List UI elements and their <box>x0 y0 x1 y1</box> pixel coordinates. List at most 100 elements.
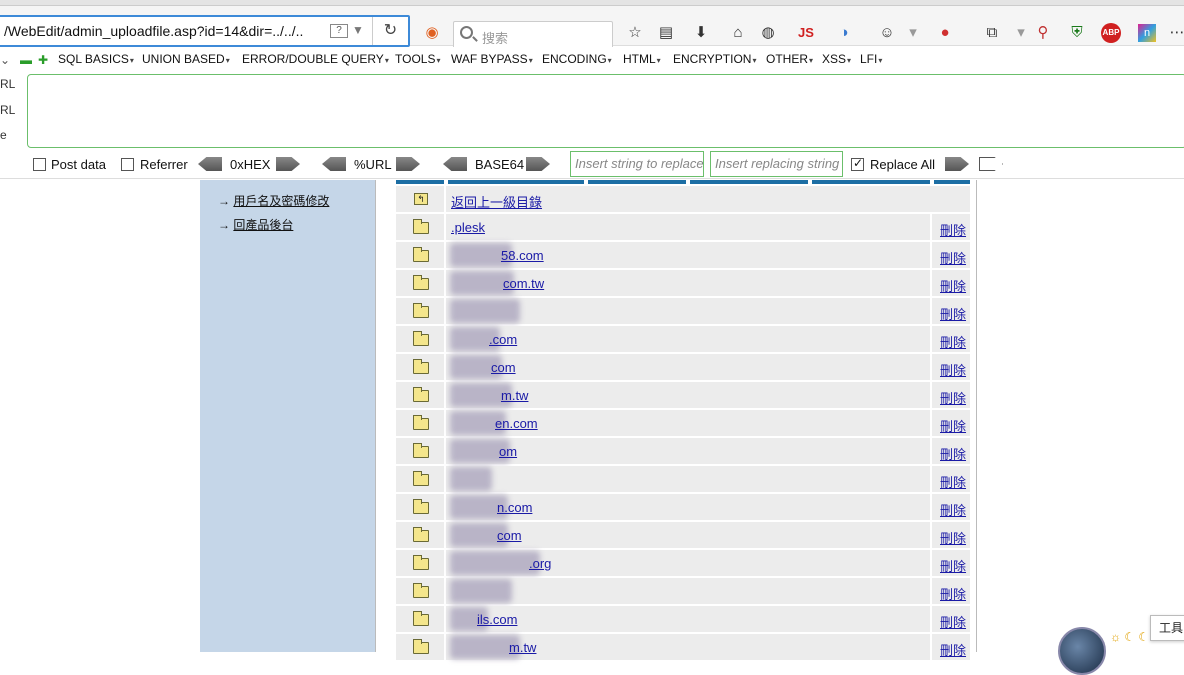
delete-link[interactable]: 刪除 <box>940 640 966 659</box>
delete-link[interactable]: 刪除 <box>940 444 966 463</box>
hackbar-url-textarea[interactable] <box>27 74 1184 148</box>
table-row: ils.com 刪除 <box>396 606 970 632</box>
replace-all-checkbox[interactable] <box>851 156 864 171</box>
translate-icon[interactable]: ◑ <box>833 22 855 44</box>
folder-link[interactable]: 58.com <box>501 248 544 263</box>
menu-encoding[interactable]: ENCODING <box>542 52 612 66</box>
delete-link[interactable]: 刪除 <box>940 472 966 491</box>
table-row: m.tw 刪除 <box>396 382 970 408</box>
increment-icon[interactable]: ✚ <box>38 53 48 67</box>
menu-encryption[interactable]: ENCRYPTION <box>673 52 756 66</box>
replace-all-label: Replace All <box>870 157 936 172</box>
addon-red-icon[interactable]: ● <box>934 22 956 44</box>
folder-link[interactable]: n.com <box>497 500 532 515</box>
delete-link[interactable]: 刪除 <box>940 276 966 295</box>
sidebar-link-label[interactable]: 用戶名及密碼修改 <box>233 194 329 208</box>
hex-encode-arrow-icon[interactable] <box>276 157 300 171</box>
menu-tools[interactable]: TOOLS <box>395 52 440 66</box>
sidebar-link-label[interactable]: 回產品後台 <box>233 218 293 232</box>
delete-link[interactable]: 刪除 <box>940 388 966 407</box>
delete-link[interactable]: 刪除 <box>940 584 966 603</box>
extension-icon[interactable]: n <box>1138 24 1156 42</box>
hex-decode-arrow-icon[interactable] <box>198 157 222 171</box>
tools-button[interactable]: 工具 <box>1150 615 1184 641</box>
separator-dropdown-icon[interactable]: ▾ <box>902 22 924 44</box>
folder-link[interactable]: .com <box>489 332 517 347</box>
search-box[interactable]: 搜索 <box>453 21 613 49</box>
menu-lfi[interactable]: LFI <box>860 52 882 66</box>
folder-link[interactable]: com.tw <box>503 276 544 291</box>
reading-list-icon[interactable]: ▤ <box>655 22 677 44</box>
addon-icon[interactable]: ◉ <box>421 22 443 44</box>
folder-link[interactable]: .plesk <box>451 220 485 235</box>
delete-link[interactable]: 刪除 <box>940 248 966 267</box>
screenshot-icon[interactable]: ⧉ <box>981 22 1003 44</box>
post-data-checkbox[interactable] <box>33 158 46 171</box>
side-label[interactable]: RL <box>0 77 15 91</box>
folder-icon <box>413 583 429 598</box>
reload-icon[interactable]: ↻ <box>372 17 408 45</box>
address-bar[interactable]: /WebEdit/admin_uploadfile.asp?id=14&dir=… <box>0 15 410 47</box>
addon-globe-icon[interactable]: ◍ <box>757 22 779 44</box>
folder-link[interactable]: om <box>499 444 517 459</box>
delete-link[interactable]: 刪除 <box>940 528 966 547</box>
replacing-string-input[interactable]: Insert replacing string <box>710 151 843 177</box>
js-toggle-icon[interactable]: JS <box>795 22 817 44</box>
table-row: .org 刪除 <box>396 550 970 576</box>
avatar[interactable] <box>1058 627 1106 675</box>
download-icon[interactable]: ⬇ <box>690 22 712 44</box>
palette-icon[interactable]: ☺ <box>876 22 898 44</box>
delete-link[interactable]: 刪除 <box>940 416 966 435</box>
delete-link[interactable]: 刪除 <box>940 556 966 575</box>
menu-html[interactable]: HTML <box>623 52 661 66</box>
zoom-icon[interactable]: ⚲ <box>1032 22 1054 44</box>
sidebar-link-password[interactable]: → 用戶名及密碼修改 <box>218 192 329 209</box>
delete-link[interactable]: 刪除 <box>940 220 966 239</box>
url-text[interactable]: /WebEdit/admin_uploadfile.asp?id=14&dir=… <box>4 23 326 39</box>
dropdown-icon[interactable]: ▼ <box>352 23 364 37</box>
menu-error-double-query[interactable]: ERROR/DOUBLE QUERY <box>242 52 389 66</box>
folder-link[interactable]: en.com <box>495 416 538 431</box>
replace-arrow-icon[interactable] <box>945 157 969 171</box>
replace-next-arrow-icon[interactable] <box>979 157 1003 171</box>
menu-waf-bypass[interactable]: WAF BYPASS <box>451 52 533 66</box>
bookmark-star-icon[interactable]: ☆ <box>624 22 646 44</box>
url-decode-arrow-icon[interactable] <box>322 157 346 171</box>
shield-icon[interactable]: ⛨ <box>1066 22 1088 44</box>
side-label[interactable]: e <box>0 128 7 142</box>
delete-link[interactable]: 刪除 <box>940 304 966 323</box>
hackbar-menu: ⌄ ▬ ✚ SQL BASICS UNION BASED ERROR/DOUBL… <box>0 47 1184 73</box>
referrer-checkbox[interactable] <box>121 158 134 171</box>
decrement-icon[interactable]: ▬ <box>20 53 32 67</box>
folder-link[interactable]: m.tw <box>501 388 528 403</box>
menu-union-based[interactable]: UNION BASED <box>142 52 230 66</box>
delete-link[interactable]: 刪除 <box>940 360 966 379</box>
collapse-icon[interactable]: ⌄ <box>0 53 10 67</box>
weather-icons: ☼ ☾ ☾ <box>1110 630 1150 644</box>
menu-sql-basics[interactable]: SQL BASICS <box>58 52 134 66</box>
folder-link[interactable]: com <box>497 528 522 543</box>
url-label: %URL <box>354 157 392 172</box>
home-icon[interactable]: ⌂ <box>727 22 749 44</box>
delete-link[interactable]: 刪除 <box>940 332 966 351</box>
sidebar-link-backend[interactable]: → 回產品後台 <box>218 216 293 233</box>
folder-link[interactable]: com <box>491 360 516 375</box>
delete-link[interactable]: 刪除 <box>940 500 966 519</box>
folder-link[interactable]: m.tw <box>509 640 536 655</box>
adblock-icon[interactable]: ABP <box>1101 23 1121 43</box>
menu-icon[interactable]: ⋯ <box>1166 22 1184 44</box>
replace-string-input[interactable]: Insert string to replace <box>570 151 704 177</box>
menu-other[interactable]: OTHER <box>766 52 813 66</box>
navigation-bar: /WebEdit/admin_uploadfile.asp?id=14&dir=… <box>0 6 1184 49</box>
folder-link[interactable]: ils.com <box>477 612 517 627</box>
base64-decode-arrow-icon[interactable] <box>443 157 467 171</box>
parent-dir-link[interactable]: 返回上一級目錄 <box>451 192 542 211</box>
delete-link[interactable]: 刪除 <box>940 612 966 631</box>
base64-encode-arrow-icon[interactable] <box>526 157 550 171</box>
url-encode-arrow-icon[interactable] <box>396 157 420 171</box>
overflow-dropdown-icon[interactable]: ▾ <box>1010 22 1032 44</box>
side-label[interactable]: RL <box>0 103 15 117</box>
help-icon[interactable]: ? <box>330 24 348 38</box>
menu-xss[interactable]: XSS <box>822 52 851 66</box>
folder-link[interactable]: .org <box>529 556 551 571</box>
